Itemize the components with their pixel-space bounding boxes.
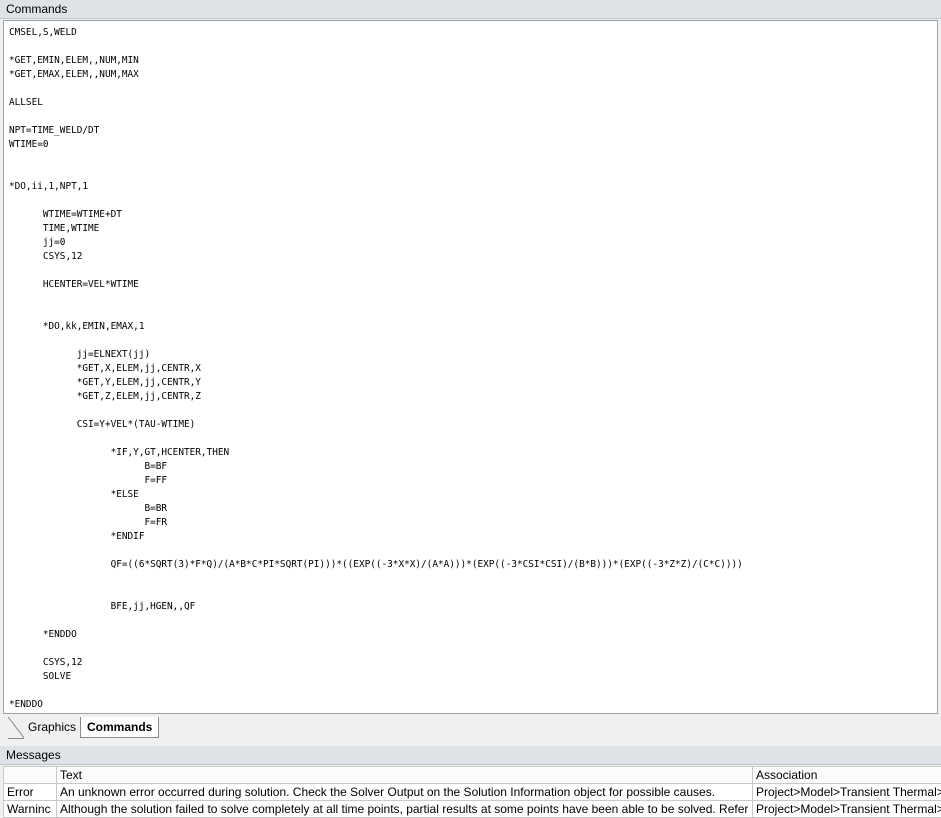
messages-header-row: Text Association [4,767,941,784]
type-column-header[interactable] [4,767,57,784]
message-row[interactable]: Warninc Although the solution failed to … [4,801,941,818]
message-type: Error [4,784,57,801]
tab-commands[interactable]: Commands [80,717,159,738]
message-text: Although the solution failed to solve co… [57,801,753,818]
message-type: Warninc [4,801,57,818]
message-association: Project>Model>Transient Thermal> [753,801,941,818]
association-column-header[interactable]: Association [753,767,941,784]
messages-panel-title: Messages [0,746,941,765]
command-code-text[interactable]: CMSEL,S,WELD *GET,EMIN,ELEM,,NUM,MIN *GE… [9,26,743,712]
commands-panel-title: Commands [0,0,941,19]
tab-graphics[interactable]: Graphics [22,717,82,738]
message-association: Project>Model>Transient Thermal> [753,784,941,801]
messages-table: Text Association Error An unknown error … [3,766,941,818]
command-editor[interactable]: CMSEL,S,WELD *GET,EMIN,ELEM,,NUM,MIN *GE… [3,20,938,714]
message-text: An unknown error occurred during solutio… [57,784,753,801]
message-row[interactable]: Error An unknown error occurred during s… [4,784,941,801]
view-tab-strip: Graphics Commands [0,716,941,740]
text-column-header[interactable]: Text [57,767,753,784]
